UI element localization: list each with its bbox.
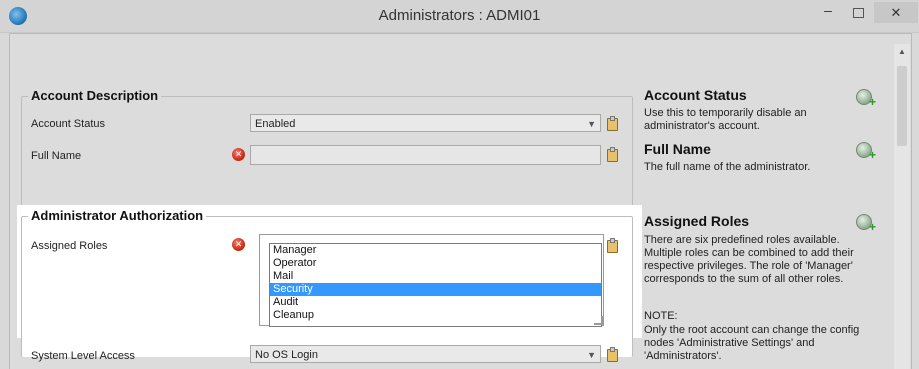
help-note-text: Only the root account can change the con… [644,324,860,362]
role-item-mail[interactable]: Mail [270,270,601,283]
scroll-thumb[interactable] [897,66,907,146]
window-title: Administrators : ADMI01 [378,7,541,24]
close-button[interactable]: ✕ [874,2,918,23]
minimize-button[interactable]: – [815,2,841,22]
system-level-access-dropdown[interactable]: No OS Login ▼ [250,345,601,363]
account-status-dropdown[interactable]: Enabled ▼ [250,114,601,132]
role-item-cleanup[interactable]: Cleanup [270,309,601,322]
account-status-value: Enabled [255,118,296,130]
role-item-operator[interactable]: Operator [270,257,601,270]
help-account-status-title: Account Status [644,87,747,103]
chevron-down-icon: ▼ [587,119,596,129]
content-area: Account Description Account Status Enabl… [9,33,912,369]
resize-grip-icon[interactable] [594,316,603,325]
role-item-security[interactable]: Security [270,283,601,296]
role-item-manager[interactable]: Manager [270,244,601,257]
scroll-up-icon[interactable]: ▲ [894,44,910,60]
maximize-icon [852,8,864,18]
clipboard-icon[interactable] [607,116,618,131]
vertical-scrollbar[interactable]: ▲ [894,44,910,369]
clipboard-icon[interactable] [607,347,618,362]
system-level-access-label: System Level Access [31,350,135,362]
maximize-button[interactable] [845,2,871,22]
add-comment-icon[interactable] [856,214,876,234]
title-bar: Administrators : ADMI01 – ✕ [0,0,919,33]
help-account-status-text: Use this to temporarily disable an admin… [644,107,807,132]
help-note-label: NOTE: [644,310,678,322]
administrator-authorization-title: Administrator Authorization [28,208,207,223]
full-name-label: Full Name [31,150,82,162]
assigned-roles-listbox[interactable]: Manager Operator Mail Security Audit Cle… [269,243,602,327]
full-name-input[interactable] [250,145,601,165]
error-x-icon: ✕ [232,238,245,251]
add-comment-icon[interactable] [856,89,876,109]
chevron-down-icon: ▼ [587,350,596,360]
account-description-title: Account Description [28,88,162,103]
assigned-roles-label: Assigned Roles [31,240,108,252]
clipboard-icon[interactable] [607,238,618,253]
account-status-label: Account Status [31,118,105,130]
error-x-icon: ✕ [232,148,245,161]
clipboard-icon[interactable] [607,147,618,162]
help-full-name-text: The full name of the administrator. [644,161,811,173]
role-item-audit[interactable]: Audit [270,296,601,309]
system-level-access-value: No OS Login [255,349,318,361]
help-assigned-roles-text: There are six predefined roles available… [644,234,854,285]
assigned-roles-container: Manager Operator Mail Security Audit Cle… [259,234,604,327]
add-comment-icon[interactable] [856,142,876,162]
help-full-name-title: Full Name [644,141,711,157]
help-assigned-roles-title: Assigned Roles [644,213,750,229]
